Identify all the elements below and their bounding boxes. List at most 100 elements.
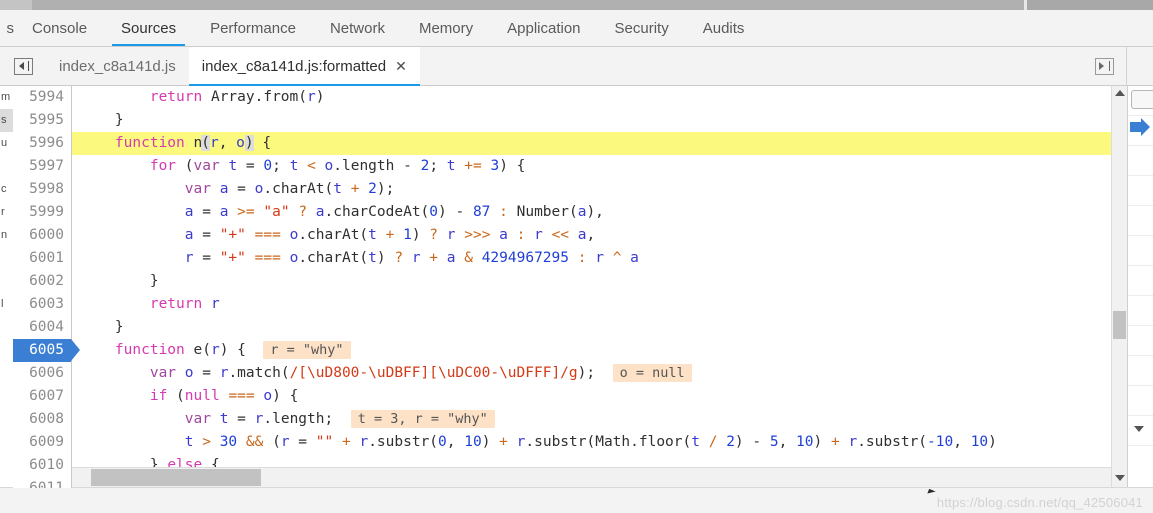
navigator-row[interactable]: u — [0, 132, 13, 155]
line-number[interactable]: 6002 — [13, 270, 71, 293]
inline-variable-value[interactable]: o = null — [612, 364, 692, 382]
debugger-collapse-row[interactable] — [1128, 416, 1153, 446]
code-line[interactable]: } — [71, 316, 1111, 339]
navigator-row[interactable] — [0, 454, 13, 477]
panel-tab-performance[interactable]: Performance — [193, 10, 313, 46]
navigator-row[interactable] — [0, 155, 13, 178]
code-token: ) — [411, 227, 430, 243]
code-token: "a" — [263, 204, 290, 220]
line-number[interactable]: 6003 — [13, 293, 71, 316]
file-tab-active[interactable]: index_c8a141d.js:formatted ✕ — [188, 47, 420, 86]
panel-tab-network[interactable]: Network — [313, 10, 402, 46]
code-token: } — [80, 112, 124, 128]
toggle-navigator-button[interactable] — [0, 47, 46, 85]
inline-variable-value[interactable]: t = 3, r = "why" — [350, 410, 495, 428]
debugger-sidebar-clipped[interactable] — [1127, 86, 1153, 488]
toggle-debugger-pane-button[interactable] — [1082, 47, 1126, 85]
line-number[interactable]: 6007 — [13, 385, 71, 408]
line-number-gutter[interactable]: 5994 5995 5996 5997 5998 5999 6000 6001 6002 6003… — [13, 86, 80, 488]
resume-script-execution-icon[interactable] — [1130, 118, 1150, 136]
panel-tab-memory[interactable]: Memory — [402, 10, 490, 46]
code-token: ) { — [272, 388, 299, 404]
line-number[interactable]: 6009 — [13, 431, 71, 454]
navigator-row[interactable] — [0, 385, 13, 408]
panel-tab-console[interactable]: Console — [15, 10, 104, 46]
code-line[interactable]: r = "+" === o.charAt(t) ? r + a & 429496… — [71, 247, 1111, 270]
source-code-editor[interactable]: 5994 5995 5996 5997 5998 5999 6000 6001 6002 6003… — [13, 86, 1111, 488]
navigator-row[interactable]: r — [0, 201, 13, 224]
code-token: 0 — [263, 158, 273, 174]
horizontal-scrollbar-thumb[interactable] — [91, 469, 261, 486]
code-line[interactable]: t > 30 && (r = "" + r.substr(0, 10) + r.… — [71, 431, 1111, 454]
line-number[interactable]: 6006 — [13, 362, 71, 385]
code-line[interactable]: return r — [71, 293, 1111, 316]
navigator-row[interactable] — [0, 247, 13, 270]
code-content-area[interactable]: return Array.from(r) } function n(r, o) … — [71, 86, 1111, 488]
line-number[interactable]: 5994 — [13, 86, 71, 109]
navigator-row[interactable] — [0, 362, 13, 385]
code-token: ( — [176, 158, 194, 174]
file-tab[interactable]: index_c8a141d.js — [46, 47, 189, 85]
code-line[interactable]: function n(r, o) { — [71, 132, 1111, 155]
code-line[interactable]: } — [71, 109, 1111, 132]
code-line[interactable]: return Array.from(r) — [71, 86, 1111, 109]
editor-vertical-scrollbar[interactable] — [1111, 86, 1127, 488]
navigator-row[interactable] — [0, 431, 13, 454]
code-token: = — [228, 411, 255, 427]
scroll-up-arrow-icon[interactable] — [1115, 90, 1125, 96]
navigator-row[interactable] — [0, 339, 13, 362]
watermark-text: https://blog.csdn.net/qq_42506041 — [936, 495, 1143, 510]
editor-horizontal-scrollbar[interactable] — [13, 467, 1111, 488]
line-number[interactable]: 6008 — [13, 408, 71, 431]
line-number[interactable]: 5999 — [13, 201, 71, 224]
panel-tab-security[interactable]: Security — [598, 10, 686, 46]
line-number[interactable]: 5996 — [13, 132, 71, 155]
code-line[interactable]: if (null === o) { — [71, 385, 1111, 408]
code-token: , — [218, 135, 237, 151]
navigator-row[interactable]: m — [0, 86, 13, 109]
code-token: , — [953, 434, 971, 450]
line-number[interactable]: 6000 — [13, 224, 71, 247]
line-number[interactable]: 6001 — [13, 247, 71, 270]
step-over-icon[interactable] — [1131, 90, 1153, 109]
line-number[interactable]: 6004 — [13, 316, 71, 339]
line-number[interactable]: 5995 — [13, 109, 71, 132]
line-number[interactable]: 5997 — [13, 155, 71, 178]
scroll-down-arrow-icon[interactable] — [1115, 475, 1125, 481]
panel-tab-application[interactable]: Application — [490, 10, 597, 46]
code-token: 10 — [970, 434, 989, 450]
code-token: a — [577, 227, 587, 243]
navigator-row[interactable]: n — [0, 224, 13, 247]
collapse-caret-icon[interactable] — [1134, 426, 1144, 432]
navigator-panel-clipped[interactable]: msucrn l — [0, 86, 14, 488]
code-token: ? — [298, 204, 308, 220]
vertical-scrollbar-thumb[interactable] — [1113, 311, 1126, 339]
code-line[interactable]: } — [71, 270, 1111, 293]
navigator-row[interactable] — [0, 316, 13, 339]
code-line[interactable]: function e(r) { r = "why" — [71, 339, 1111, 362]
code-line[interactable]: a = a >= "a" ? a.charCodeAt(0) - 87 : Nu… — [71, 201, 1111, 224]
code-line[interactable]: a = "+" === o.charAt(t + 1) ? r >>> a : … — [71, 224, 1111, 247]
code-token: r — [210, 296, 220, 312]
navigator-row[interactable] — [0, 408, 13, 431]
file-tabbar-spacer — [420, 47, 1082, 85]
code-line[interactable]: var t = r.length; t = 3, r = "why" — [71, 408, 1111, 431]
navigator-row[interactable]: s — [0, 109, 13, 132]
line-number[interactable]: 5998 — [13, 178, 71, 201]
code-line[interactable]: for (var t = 0; t < o.length - 2; t += 3… — [71, 155, 1111, 178]
code-line[interactable]: var o = r.match(/[\uD800-\uDBFF][\uDC00-… — [71, 362, 1111, 385]
line-number[interactable]: 6010 — [13, 454, 71, 477]
panel-tab-audits[interactable]: Audits — [686, 10, 762, 46]
debugger-section-row — [1128, 296, 1153, 326]
navigator-row[interactable]: c — [0, 178, 13, 201]
panel-tab-sources[interactable]: Sources — [104, 10, 193, 46]
line-number[interactable]: 6011 — [13, 477, 71, 488]
inline-variable-value[interactable]: r = "why" — [263, 341, 351, 359]
close-icon[interactable]: ✕ — [395, 59, 407, 73]
code-line[interactable]: var a = o.charAt(t + 2); — [71, 178, 1111, 201]
debugger-section-row — [1128, 146, 1153, 176]
code-token: t — [184, 434, 194, 450]
navigator-row[interactable] — [0, 270, 13, 293]
navigator-row[interactable]: l — [0, 293, 13, 316]
line-number[interactable]: 6005 — [13, 339, 80, 362]
